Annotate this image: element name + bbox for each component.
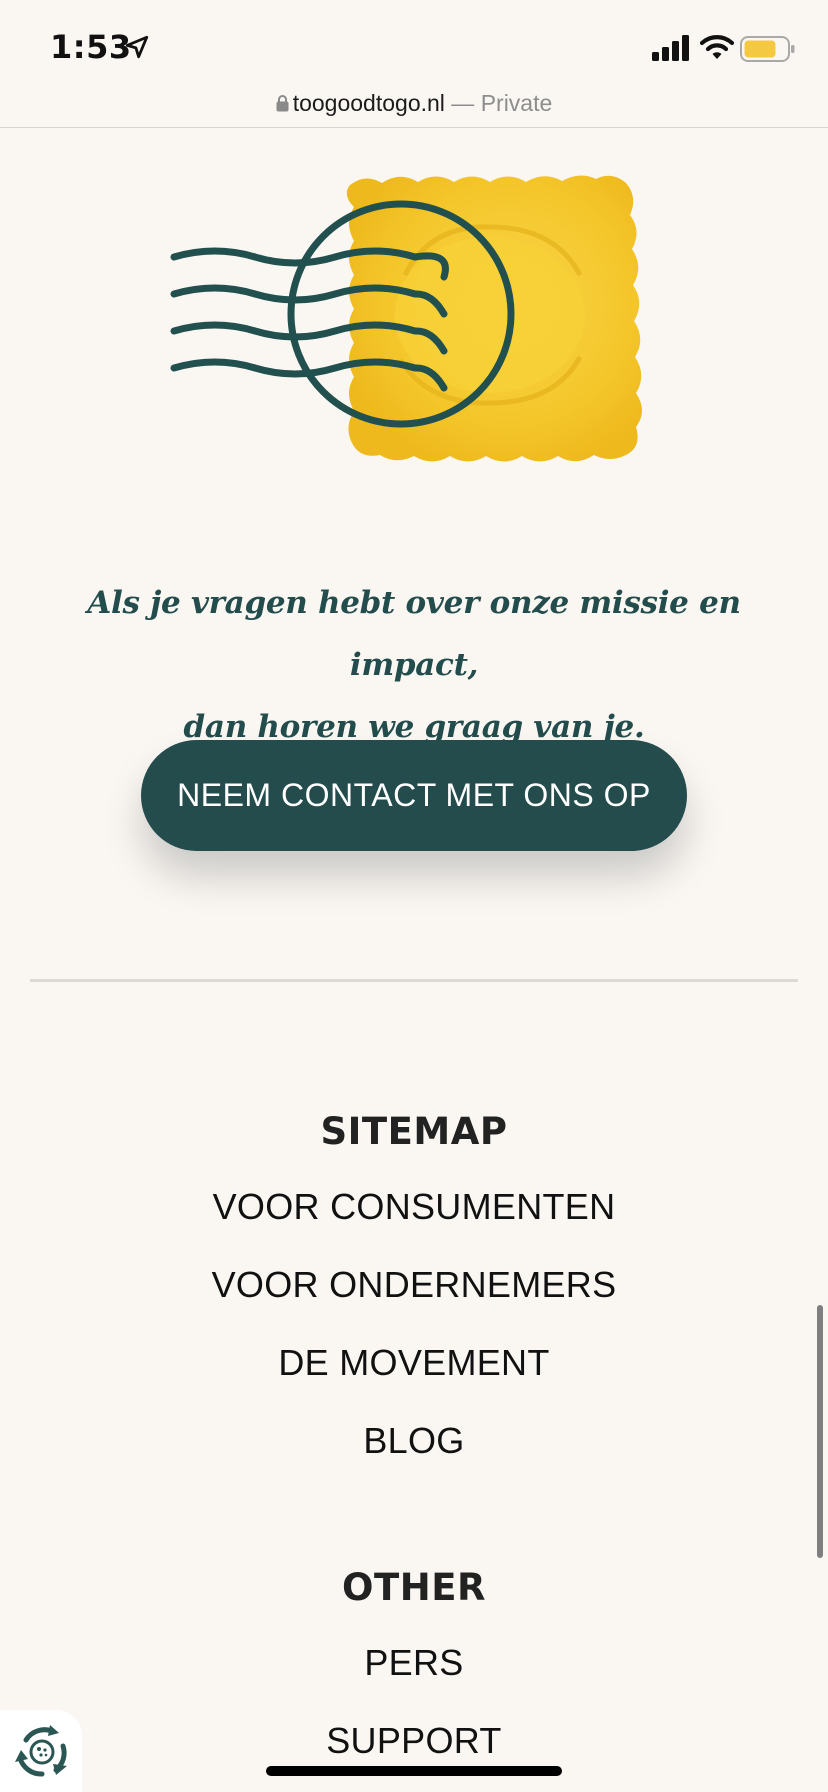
footer-link-de-movement[interactable]: DE MOVEMENT bbox=[0, 1342, 828, 1384]
footer-link-blog[interactable]: BLOG bbox=[0, 1420, 828, 1462]
url-bar-divider bbox=[0, 127, 828, 128]
floating-widget-button[interactable] bbox=[0, 1710, 82, 1792]
page-scrollbar[interactable] bbox=[817, 1305, 823, 1558]
footer-link-pers[interactable]: PERS bbox=[0, 1642, 828, 1684]
footer-link-support[interactable]: SUPPORT bbox=[0, 1720, 828, 1762]
status-time: 1:53 bbox=[50, 28, 132, 66]
footer-link-voor-consumenten[interactable]: VOOR CONSUMENTEN bbox=[0, 1186, 828, 1228]
private-mode-label: Private bbox=[480, 90, 553, 116]
sitemap-heading: SITEMAP bbox=[320, 1110, 508, 1153]
contact-intro-line-1: Als je vragen hebt over onze missie en i… bbox=[87, 585, 741, 683]
url-bar[interactable]: toogoodtogo.nl — Private bbox=[0, 82, 828, 128]
ravioli-stamp-illustration bbox=[170, 175, 642, 462]
footer-divider bbox=[30, 979, 798, 982]
location-arrow-icon bbox=[125, 35, 149, 59]
url-domain: toogoodtogo.nl bbox=[292, 90, 445, 116]
battery-icon bbox=[740, 36, 795, 62]
cellular-signal-icon bbox=[652, 35, 689, 61]
wifi-icon bbox=[700, 35, 734, 59]
contact-us-button[interactable]: NEEM CONTACT MET ONS OP bbox=[141, 740, 687, 851]
home-indicator[interactable] bbox=[266, 1766, 562, 1776]
url-separator: — bbox=[451, 90, 475, 116]
footer-link-voor-ondernemers[interactable]: VOOR ONDERNEMERS bbox=[0, 1264, 828, 1306]
lock-icon bbox=[276, 94, 289, 112]
status-bar: 1:53 bbox=[0, 0, 828, 88]
contact-intro-text: Als je vragen hebt over onze missie en i… bbox=[40, 572, 788, 758]
other-heading: OTHER bbox=[342, 1566, 486, 1609]
recycle-food-icon bbox=[15, 1725, 67, 1777]
